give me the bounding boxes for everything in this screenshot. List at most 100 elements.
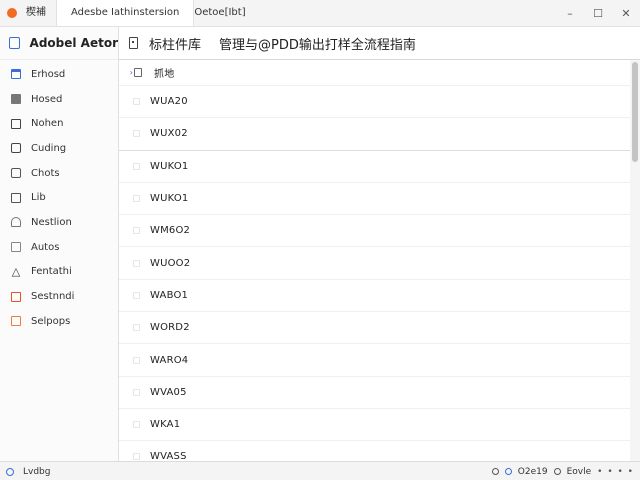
more-dots-icon[interactable]: • • • •	[597, 467, 634, 477]
list-item-label: WKA1	[150, 419, 181, 431]
list-item[interactable]: WORD2	[119, 312, 630, 345]
sidebar-item-label: Fentathi	[31, 266, 72, 278]
sync-icon[interactable]	[504, 468, 512, 475]
list-item[interactable]: WVA05	[119, 377, 630, 409]
header-checkbox[interactable]	[134, 68, 142, 77]
sidebar-item-nohen[interactable]: Nohen	[0, 111, 118, 136]
document-icon	[11, 192, 21, 203]
status-right-group: O2e19 Eovle • • • •	[491, 462, 634, 480]
list-item[interactable]: WUKO1	[119, 151, 630, 183]
row-checkbox[interactable]	[133, 98, 140, 106]
main-header: 标柱件库 管理与@PDD输出打样全流程指南	[119, 27, 640, 60]
list-item-label: WUOO2	[150, 257, 191, 269]
calendar-icon	[11, 69, 21, 80]
minimize-icon[interactable]: –	[556, 7, 584, 20]
row-checkbox[interactable]	[133, 291, 140, 299]
app-logo-icon	[7, 8, 17, 18]
sidebar-item-label: Selpops	[31, 315, 71, 327]
list-item-label: WARO4	[150, 354, 189, 366]
row-checkbox[interactable]	[133, 388, 140, 396]
status-bar: Lvdbg O2e19 Eovle • • • •	[0, 461, 640, 480]
status-label[interactable]: Eovle	[567, 467, 592, 477]
tab-3[interactable]: Oetoe[Ibt]	[194, 0, 255, 26]
sidebar-item-fentathi[interactable]: △ Fentathi	[0, 260, 118, 285]
square-icon	[11, 118, 21, 129]
list-item[interactable]: WUKO1	[119, 183, 630, 216]
list-item-label: WUA20	[150, 96, 188, 108]
maximize-icon[interactable]: ☐	[584, 7, 612, 20]
sidebar-item-label: Erhosd	[31, 68, 66, 80]
list-item[interactable]: WUX02	[119, 118, 630, 151]
orange-box-icon	[11, 316, 21, 327]
sidebar-item-selpops[interactable]: Selpops	[0, 309, 118, 334]
sidebar-item-label: Cuding	[31, 142, 67, 154]
list-item[interactable]: WVASS	[119, 441, 630, 461]
list-item-label: WVA05	[150, 386, 187, 398]
row-checkbox[interactable]	[133, 162, 140, 170]
list-item-label: WUKO1	[150, 160, 189, 172]
page-subtitle: 管理与@PDD输出打样全流程指南	[219, 37, 416, 53]
clock-icon	[11, 168, 21, 179]
orange-doc-icon	[11, 291, 21, 302]
row-checkbox[interactable]	[133, 130, 140, 138]
version-text: O2e19	[517, 466, 548, 477]
sidebar-item-nestlion[interactable]: Nestlion	[0, 210, 118, 235]
tab-2[interactable]: Adesbe Iathinstersion	[56, 0, 195, 26]
list-item[interactable]: WKA1	[119, 409, 630, 442]
sidebar: Adobel Aetor Erhosd Hosed Nohen Cuding C…	[0, 27, 119, 461]
sidebar-header: Adobel Aetor	[0, 27, 118, 60]
status-text: Lvdbg	[23, 466, 51, 477]
chevron-right-icon[interactable]: ›	[119, 68, 133, 77]
list-item-label: WABO1	[150, 289, 189, 301]
document-icon	[129, 37, 138, 49]
row-checkbox[interactable]	[133, 453, 140, 461]
list-item[interactable]: WM6O2	[119, 215, 630, 248]
row-checkbox[interactable]	[133, 195, 140, 203]
sidebar-item-sestnndi[interactable]: Sestnndi	[0, 284, 118, 309]
sidebar-item-label: Chots	[31, 167, 60, 179]
sidebar-item-hosed[interactable]: Hosed	[0, 87, 118, 112]
sidebar-item-chots[interactable]: Chots	[0, 161, 118, 186]
item-list: › 抓地 WUA20 WUX02 WUKO1 WUKO1 WM6O2 WUOO2	[119, 60, 630, 461]
list-item-label: WUKO1	[150, 193, 189, 205]
sidebar-item-label: Lib	[31, 192, 46, 204]
sidebar-item-label: Nohen	[31, 118, 64, 130]
list-item-label: WM6O2	[150, 225, 191, 237]
vertical-scrollbar[interactable]	[630, 60, 640, 461]
square-filled-icon	[11, 94, 21, 105]
sidebar-item-label: Sestnndi	[31, 291, 75, 303]
list-item[interactable]: WARO4	[119, 344, 630, 377]
close-icon[interactable]: ✕	[612, 7, 640, 20]
row-checkbox[interactable]	[133, 324, 140, 332]
triangle-icon: △	[11, 264, 21, 278]
app-window: 楔補 Adesbe Iathinstersion Oetoe[Ibt] – ☐ …	[0, 0, 640, 480]
list-item[interactable]: WABO1	[119, 280, 630, 313]
sidebar-item-lib[interactable]: Lib	[0, 185, 118, 210]
sidebar-item-cuding[interactable]: Cuding	[0, 136, 118, 161]
scrollbar-thumb[interactable]	[632, 62, 638, 162]
image-icon	[11, 143, 21, 154]
sidebar-item-label: Nestlion	[31, 216, 72, 228]
tab-active[interactable]: 楔補	[26, 0, 56, 26]
list-item[interactable]: WUA20	[119, 86, 630, 119]
page-title: 标柱件库	[149, 37, 202, 53]
list-header-label: 抓地	[154, 69, 175, 80]
checkbox-icon[interactable]	[9, 37, 20, 49]
row-checkbox[interactable]	[133, 227, 140, 235]
box-icon	[11, 242, 21, 253]
sidebar-title: Adobel Aetor	[29, 36, 118, 50]
row-checkbox[interactable]	[133, 259, 140, 267]
sidebar-item-erhosd[interactable]: Erhosd	[0, 62, 118, 87]
bell-icon	[11, 217, 21, 228]
status-indicator-icon	[6, 467, 14, 476]
list-item[interactable]: WUOO2	[119, 247, 630, 280]
sidebar-item-autos[interactable]: Autos	[0, 235, 118, 260]
info-icon[interactable]	[553, 468, 561, 475]
circle-icon	[491, 468, 499, 475]
title-bar: 楔補 Adesbe Iathinstersion Oetoe[Ibt] – ☐ …	[0, 0, 640, 27]
sidebar-item-label: Autos	[31, 241, 60, 253]
list-header-row[interactable]: › 抓地	[119, 60, 630, 86]
window-controls: – ☐ ✕	[556, 0, 640, 26]
row-checkbox[interactable]	[133, 356, 140, 364]
row-checkbox[interactable]	[133, 421, 140, 429]
